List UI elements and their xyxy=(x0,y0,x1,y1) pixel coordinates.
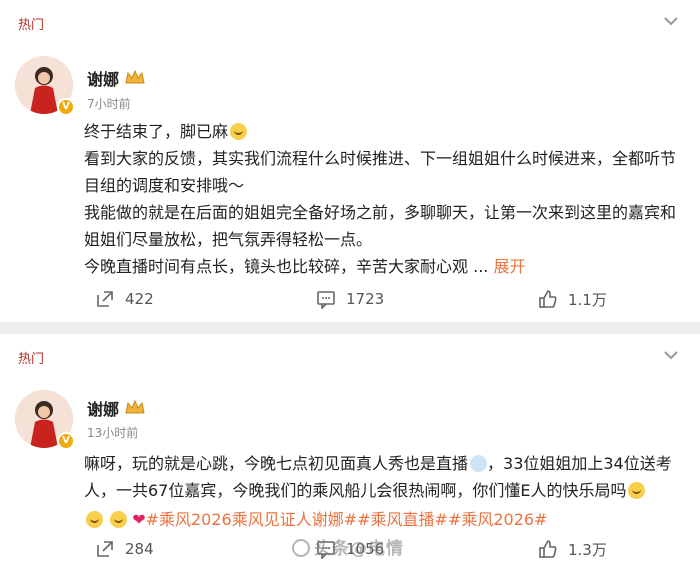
watermark-text: 头条@电情 xyxy=(314,539,404,559)
verified-badge-icon: V xyxy=(57,432,75,450)
scream-emoji-icon xyxy=(470,455,488,472)
ellipsis: ... xyxy=(473,257,489,276)
like-button[interactable]: 1.1万 xyxy=(538,284,607,314)
watermark-logo-icon xyxy=(292,539,310,557)
comment-button[interactable]: 1723 xyxy=(316,284,384,314)
post-card-1: 热门 V 谢娜 7小时前 终于结束了，脚已麻 看到大家的反馈，其实我们流程什么时… xyxy=(0,0,700,322)
action-bar: 422 1723 1.1万 xyxy=(0,284,700,314)
crown-icon xyxy=(125,399,145,414)
emoji-icon xyxy=(86,511,103,528)
verified-badge-icon: V xyxy=(57,98,75,116)
watermark: 头条@电情 xyxy=(292,534,404,559)
hot-label: 热门 xyxy=(18,352,45,367)
chevron-down-icon[interactable] xyxy=(660,10,682,32)
like-icon xyxy=(539,540,557,558)
author-name[interactable]: 谢娜 xyxy=(87,396,119,420)
comment-icon xyxy=(317,291,335,309)
smile-emoji-icon xyxy=(230,123,248,140)
post-line-4: 今晚直播时间有点长，镜头也比较碎，辛苦大家耐心观 xyxy=(84,257,469,276)
post-text: 终于结束了，脚已麻 看到大家的反馈，其实我们流程什么时候推进、下一组姐姐什么时候… xyxy=(84,118,680,280)
emoji-icon xyxy=(110,511,128,528)
grin-emoji-icon xyxy=(628,482,646,499)
repost-button[interactable]: 284 xyxy=(95,534,154,564)
post-text: 嘛呀，玩的就是心跳，今晚七点初见面真人秀也是直播 ，33位姐姐加上34位送考人，一… xyxy=(84,450,680,533)
repost-count: 422 xyxy=(125,290,154,308)
like-count: 1.3万 xyxy=(568,540,607,559)
repost-icon xyxy=(97,541,113,557)
hot-label: 热门 xyxy=(18,18,45,33)
author-name[interactable]: 谢娜 xyxy=(87,66,119,90)
heart-icon: ❤ xyxy=(132,510,146,529)
repost-button[interactable]: 422 xyxy=(95,284,154,314)
post-line-1: 终于结束了，脚已麻 xyxy=(84,122,229,141)
comment-count: 1723 xyxy=(346,290,385,308)
post-line-2: 看到大家的反馈，其实我们流程什么时候推进、下一组姐姐什么时候进来，全都听节目组的… xyxy=(84,149,677,195)
post-time: 13小时前 xyxy=(87,426,139,440)
post-text-1: 嘛呀，玩的就是心跳，今晚七点初见面真人秀也是直播 xyxy=(84,454,469,473)
repost-count: 284 xyxy=(125,540,154,558)
like-count: 1.1万 xyxy=(568,290,607,309)
post-line-3: 我能做的就是在后面的姐姐完全备好场之前，多聊聊天，让第一次来到这里的嘉宾和姐姐们… xyxy=(84,203,677,249)
crown-icon xyxy=(125,69,145,84)
expand-link[interactable]: 展开 xyxy=(493,257,525,276)
chevron-down-icon[interactable] xyxy=(660,344,682,366)
repost-icon xyxy=(97,291,113,307)
post-time: 7小时前 xyxy=(87,97,131,111)
like-icon xyxy=(539,290,557,308)
hashtags[interactable]: #乘风2026乘风见证人谢娜##乘风直播##乘风2026# xyxy=(146,510,548,529)
like-button[interactable]: 1.3万 xyxy=(538,534,607,564)
